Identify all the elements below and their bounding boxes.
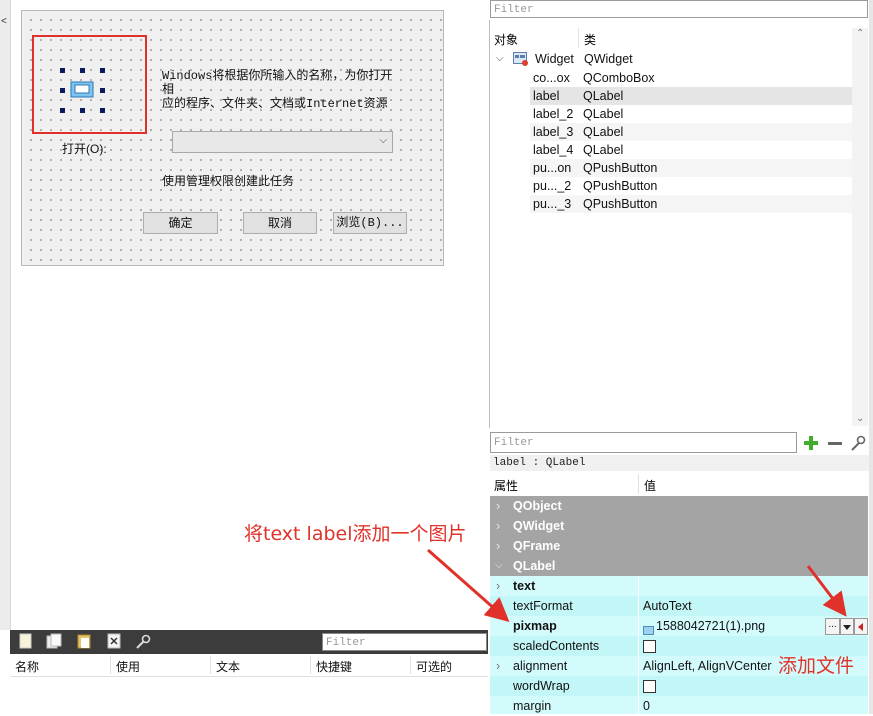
annotation-arrow-to-dropdown <box>806 565 847 617</box>
annotation-arrow-to-pixmap <box>427 548 510 622</box>
annotation-arrows <box>427 548 847 622</box>
